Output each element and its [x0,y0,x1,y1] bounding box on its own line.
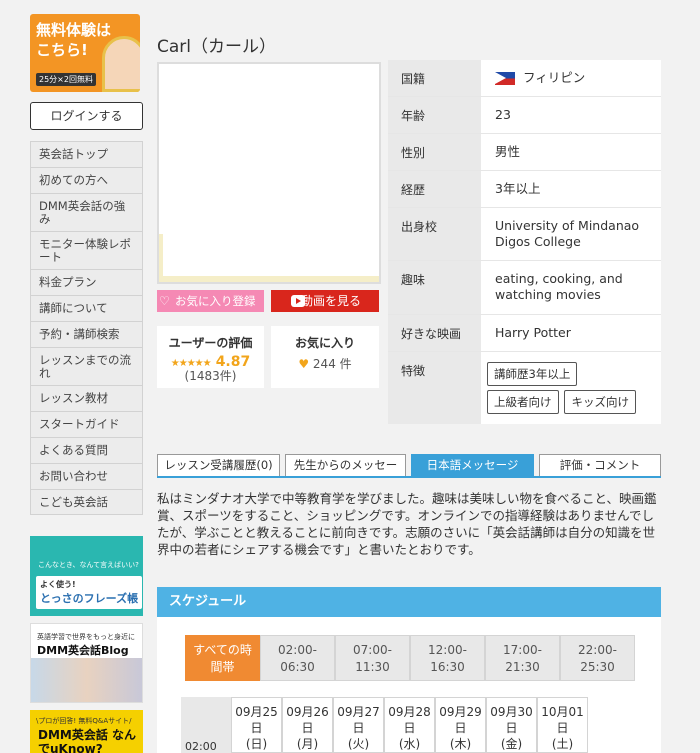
login-button[interactable]: ログインする [30,102,143,130]
japanese-message-text: 私はミンダナオ大学で中等教育学を学びました。趣味は美味しい物を食べること、映画鑑… [157,491,657,557]
sidebar-item-faq[interactable]: よくある質問 [30,437,143,463]
date-header: 09月25 日 (日) [231,697,282,753]
free-trial-banner[interactable]: 無料体験は こちら! 25分×2回無料 [30,14,140,92]
sidebar-item-beginners[interactable]: 初めての方へ [30,167,143,193]
heart-icon: ♡ [159,294,170,308]
feature-tag[interactable]: 講師歴3年以上 [487,362,578,386]
sidebar-item-lesson-flow[interactable]: レッスンまでの流れ [30,347,143,385]
sidebar-item-materials[interactable]: レッスン教材 [30,385,143,411]
favorites-count: 244 件 [312,357,352,371]
info-row-features: 特徴 講師歴3年以上 上級者向け キッズ向け [388,352,661,424]
sidebar-item-start-guide[interactable]: スタートガイド [30,411,143,437]
schedule-dates: 02:00 09月25 日 (日) 09月26 日 (月) 09月27 日 (火) 09月2… [181,697,588,753]
profile-tabs: レッスン受講履歴(0) 先生からのメッセー 日本語メッセージ 評価・コメント [157,454,661,478]
uknow-banner-tag: \プロが回答! 無料Q&Aサイト/ [36,717,132,725]
sidebar-item-teachers[interactable]: 講師について [30,295,143,321]
sidebar-item-pricing[interactable]: 料金プラン [30,269,143,295]
heart-icon: ♥ [298,357,310,371]
teacher-name: Carl（カール） [157,37,276,57]
watch-video-button[interactable]: 動画を見る [271,290,379,312]
time-filters: すべての時 間帯 02:00- 06:30 07:00- 11:30 12:00- 16… [185,635,635,681]
teacher-photo-icon [102,36,140,92]
date-header: 09月30 日 (金) [486,697,537,753]
sidebar-item-top[interactable]: 英会話トップ [30,141,143,167]
time-column-header: 02:00 [181,697,231,753]
schedule-title: スケジュール [157,587,661,617]
rating-count: (1483件) [184,369,237,383]
info-row-career: 経歴 3年以上 [388,171,661,208]
tab-reviews[interactable]: 評価・コメント [539,454,661,476]
favorites-label: お気に入り [294,336,355,350]
uknow-banner[interactable]: \プロが回答! 無料Q&Aサイト/ DMM英会話 なんでuKnow? [30,710,143,753]
blog-banner-title: DMM英会話Blog [37,644,129,657]
blog-banner-image [31,658,142,702]
filter-2200[interactable]: 22:00- 25:30 [560,635,635,681]
uknow-banner-title: DMM英会話 なんでuKnow? [38,728,137,753]
date-header: 09月29 日 (木) [435,697,486,753]
tab-japanese-message[interactable]: 日本語メッセージ [411,454,534,476]
date-header: 09月27 日 (火) [333,697,384,753]
info-row-gender: 性別 男性 [388,134,661,171]
blog-banner-tag: 英語学習で世界をもっと身近に [37,633,135,641]
filter-1200[interactable]: 12:00- 16:30 [410,635,485,681]
philippines-flag-icon [495,72,515,85]
favorites-card: お気に入り ♥ 244 件 [271,326,379,388]
feature-tag[interactable]: キッズ向け [564,390,636,414]
date-header: 09月28 日 (水) [384,697,435,753]
tab-teacher-message[interactable]: 先生からのメッセー [285,454,406,476]
info-row-movie: 好きな映画 Harry Potter [388,315,661,352]
sidebar-item-kids[interactable]: こども英会話 [30,489,143,515]
phrase-book-banner[interactable]: こんなとき、なんて言えばいい? よく使う! とっさのフレーズ帳 [30,536,143,616]
filter-all-times[interactable]: すべての時 間帯 [185,635,260,681]
youtube-play-icon [291,295,305,307]
schedule-panel: スケジュール すべての時 間帯 02:00- 06:30 07:00- 11:30 1… [157,587,661,753]
sidebar-item-contact[interactable]: お問い合わせ [30,463,143,489]
teacher-info-table: 国籍 フィリピン 年齢 23 性別 男性 経歴 3年以上 出身校 Univers… [388,60,661,424]
info-row-hobby: 趣味 eating, cooking, and watching movies [388,261,661,315]
blog-banner[interactable]: 英語学習で世界をもっと身近に DMM英会話Blog [30,623,143,703]
sidebar-nav: 英会話トップ 初めての方へ DMM英会話の強み モニター体験レポート 料金プラン… [30,141,143,515]
star-rating-icon: ★★★★★ [170,358,212,369]
sidebar-item-strengths[interactable]: DMM英会話の強み [30,193,143,231]
phrase-banner-title: よく使う! とっさのフレーズ帳 [36,576,143,609]
add-favorite-button[interactable]: ♡ お気に入り登録 [157,290,264,312]
teacher-photo [157,62,381,284]
tab-lesson-history[interactable]: レッスン受講履歴(0) [157,454,280,476]
free-trial-sub: 25分×2回無料 [36,73,96,86]
date-header: 10月01 日 (土) [537,697,588,753]
date-header: 09月26 日 (月) [282,697,333,753]
phrase-banner-tag: こんなとき、なんて言えばいい? [38,561,139,569]
info-row-school: 出身校 University of Mindanao Digos College [388,208,661,261]
sidebar-item-booking[interactable]: 予約・講師検索 [30,321,143,347]
info-row-nationality: 国籍 フィリピン [388,60,661,97]
filter-1700[interactable]: 17:00- 21:30 [485,635,560,681]
filter-0200[interactable]: 02:00- 06:30 [260,635,335,681]
rating-score: 4.87 [215,354,251,370]
feature-tag[interactable]: 上級者向け [487,390,559,414]
rating-label: ユーザーの評価 [168,336,253,350]
filter-0700[interactable]: 07:00- 11:30 [335,635,410,681]
rating-card: ユーザーの評価 ★★★★★ 4.87 (1483件) [157,326,264,388]
sidebar-item-monitor-report[interactable]: モニター体験レポート [30,231,143,269]
sidebar: 無料体験は こちら! 25分×2回無料 ログインする 英会話トップ 初めての方へ… [30,14,143,753]
info-row-age: 年齢 23 [388,97,661,134]
